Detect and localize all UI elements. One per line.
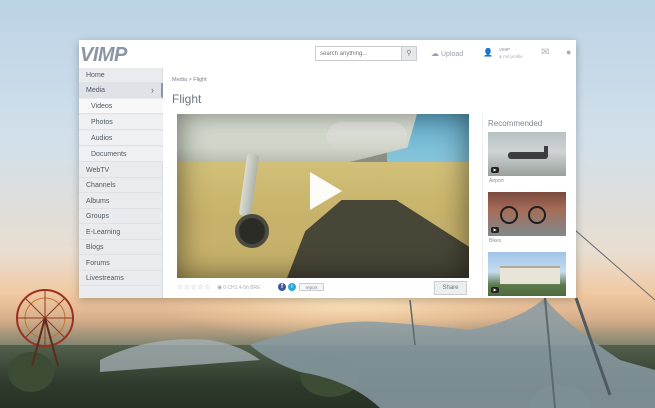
video-badge-icon: ▶ [491,167,499,173]
sidebar-item-videos[interactable]: Videos [79,99,163,114]
video-player[interactable] [177,114,469,278]
airplane-tail-shape [544,146,548,156]
sidebar-item-forums[interactable]: Forums [79,256,163,271]
recommended-item-label[interactable]: Airport [489,178,504,184]
user-menu[interactable]: 👤 VIMP & mit profile [483,45,533,63]
building-shape [500,266,560,284]
search-input[interactable] [316,47,402,60]
bike-wheel-shape [528,206,546,224]
recommended-item[interactable]: ▶ Airport [488,132,566,186]
sidebar-item-albums[interactable]: Albums [79,194,163,209]
upload-button[interactable]: ☁ Upload [431,49,463,58]
video-thumbnail[interactable]: ▶ [488,132,566,176]
breadcrumb[interactable]: Media > Flight [172,77,207,83]
recommended-item-label[interactable]: Bikes [489,238,501,244]
rating-stars[interactable]: ☆☆☆☆☆ [177,283,211,291]
sidebar-item-documents[interactable]: Documents [79,147,163,162]
sidebar-item-livestreams[interactable]: Livestreams [79,271,163,286]
video-badge-icon: ▶ [491,227,499,233]
video-thumbnail[interactable]: ▶ [488,252,566,296]
app-window: VIMP ⚲ ☁Upload 👤 VIMP & mit profile ✉ ● … [79,40,576,298]
upload-label: Upload [441,51,464,58]
sidebar-item-webtv[interactable]: WebTV [79,163,163,178]
search-box: ⚲ [315,46,417,61]
bike-wheel-shape [500,206,518,224]
share-button[interactable]: Share [434,281,467,295]
sidebar-item-home[interactable]: Home [79,68,163,83]
twitter-icon[interactable]: t [288,283,296,291]
ferris-wheel [16,289,74,367]
sidebar-item-groups[interactable]: Groups [79,209,163,224]
bell-icon[interactable]: ● [566,47,571,57]
recommended-item[interactable]: ▶ Bikes [488,192,566,246]
sidebar-item-photos[interactable]: Photos [79,115,163,130]
page-title: Flight [172,92,202,106]
recommended-panel: Recommended ▶ Airport ▶ Bikes ▶ [482,113,572,298]
sidebar-item-blogs[interactable]: Blogs [79,240,163,255]
recommended-title: Recommended [488,119,543,128]
sidebar-item-media[interactable]: Media › [79,83,163,98]
sidebar-item-elearning[interactable]: E-Learning [79,225,163,240]
logo[interactable]: VIMP [80,44,127,67]
search-icon[interactable]: ⚲ [401,47,416,60]
view-stats-text: 0 CH1 4-5h BRE [223,285,261,291]
eye-icon: ◉ [217,285,223,291]
airplane-shape [508,152,548,159]
sidebar-item-audios[interactable]: Audios [79,131,163,146]
user-name: VIMP [499,47,511,52]
report-button[interactable]: report [299,283,324,291]
facebook-icon[interactable]: f [278,283,286,291]
video-meta-bar: ☆☆☆☆☆ ◉0 CH1 4-5h BRE f t report Share [177,281,469,295]
sidebar-item-label: Media [86,87,106,94]
video-thumbnail[interactable]: ▶ [488,192,566,236]
play-icon[interactable] [310,172,342,210]
sidebar: Home Media › Videos Photos Audios Docume… [79,68,163,298]
user-subtitle: & mit profile [499,54,523,59]
recommended-item[interactable]: ▶ [488,252,566,296]
view-stats: ◉0 CH1 4-5h BRE [217,284,261,291]
user-icon: 👤 [483,48,493,57]
chevron-right-icon: › [151,85,154,95]
mail-icon[interactable]: ✉ [541,47,549,58]
cloud-upload-icon: ☁ [431,49,439,58]
video-badge-icon: ▶ [491,287,499,293]
top-bar: VIMP ⚲ ☁Upload 👤 VIMP & mit profile ✉ ● [79,40,576,68]
sidebar-item-channels[interactable]: Channels [79,178,163,193]
